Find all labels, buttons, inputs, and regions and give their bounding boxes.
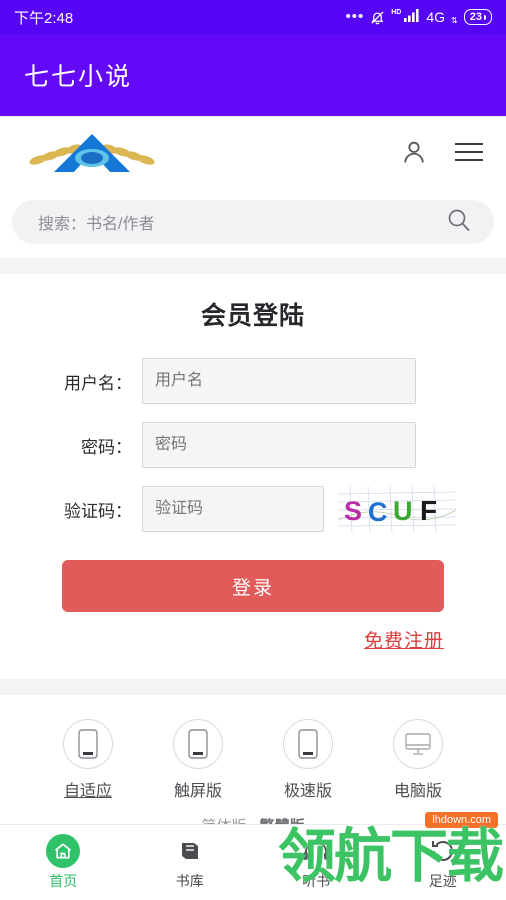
- section-divider-bottom: [0, 679, 506, 695]
- version-label: 极速版: [283, 783, 332, 800]
- svg-text:C: C: [368, 497, 388, 527]
- register-link[interactable]: 免费注册: [364, 631, 444, 652]
- bottom-navigation: 首页 书库 听书 足迹: [0, 824, 506, 900]
- headphones-icon: [253, 834, 380, 868]
- version-option-touch[interactable]: 触屏版: [160, 719, 236, 801]
- hamburger-menu-icon[interactable]: [454, 141, 484, 168]
- home-icon: [0, 834, 127, 868]
- footer-section: 自适应 触屏版 极速版 电脑版: [0, 695, 506, 842]
- captcha-label: 验证码：: [64, 501, 132, 521]
- person-icon[interactable]: [400, 138, 428, 171]
- search-bar[interactable]: 搜索：书名/作者: [12, 200, 494, 244]
- password-row: 密码：: [0, 422, 506, 468]
- data-transfer-icon: ⇅: [451, 15, 458, 25]
- version-label: 电脑版: [393, 783, 442, 800]
- version-label: 自适应: [63, 783, 112, 800]
- svg-text:F: F: [420, 495, 437, 526]
- nav-label: 首页: [49, 873, 78, 889]
- version-option-desktop[interactable]: 电脑版: [380, 719, 456, 801]
- bell-muted-icon: [370, 10, 385, 25]
- login-section: 会员登陆 用户名： 密码： 验证码：: [0, 274, 506, 679]
- captcha-image[interactable]: S C U F: [338, 486, 456, 532]
- battery-indicator: 23: [463, 9, 492, 25]
- submit-row: 登录: [0, 550, 506, 612]
- phone-icon: [283, 719, 333, 769]
- password-input[interactable]: [142, 422, 416, 468]
- site-header: [0, 116, 506, 192]
- header-actions: [400, 138, 484, 171]
- captcha-row: 验证码： S C: [0, 486, 506, 532]
- search-section: 搜索：书名/作者: [0, 192, 506, 258]
- username-label: 用户名：: [64, 373, 132, 393]
- app-title-bar: 七七小说: [0, 34, 506, 116]
- username-row: 用户名：: [0, 358, 506, 404]
- phone-icon: [63, 719, 113, 769]
- status-bar: 下午2:48 ••• HD 4G ⇅ 23: [0, 0, 506, 34]
- username-input[interactable]: [142, 358, 416, 404]
- status-icons: ••• HD 4G ⇅ 23: [345, 8, 492, 26]
- search-input[interactable]: 搜索：书名/作者: [38, 210, 154, 234]
- app-title: 七七小说: [24, 63, 133, 91]
- desktop-icon: [393, 719, 443, 769]
- site-logo[interactable]: [22, 130, 162, 180]
- captcha-input[interactable]: [142, 486, 324, 532]
- network-label: 4G: [426, 9, 446, 25]
- nav-label: 书库: [175, 873, 204, 889]
- phone-icon: [173, 719, 223, 769]
- version-label: 触屏版: [173, 783, 222, 800]
- signal-bars-icon: [404, 8, 420, 26]
- nav-item-home[interactable]: 首页: [0, 834, 127, 891]
- phone-screen: 下午2:48 ••• HD 4G ⇅ 23 七七小说 搜索：书名/作者 会员登陆…: [0, 0, 506, 900]
- status-time: 下午2:48: [14, 9, 74, 27]
- nav-label: 听书: [302, 873, 331, 889]
- password-label: 密码：: [81, 437, 132, 457]
- search-icon[interactable]: [446, 207, 472, 238]
- nav-item-library[interactable]: 书库: [127, 834, 254, 891]
- hd-label: HD: [391, 8, 402, 16]
- nav-label: 足迹: [428, 873, 457, 889]
- version-option-adaptive[interactable]: 自适应: [50, 719, 126, 801]
- version-switcher: 自适应 触屏版 极速版 电脑版: [0, 719, 506, 801]
- book-icon: [127, 834, 254, 868]
- nav-item-listen[interactable]: 听书: [253, 834, 380, 891]
- page-title: 会员登陆: [200, 302, 305, 330]
- svg-text:S: S: [344, 496, 362, 526]
- version-option-speed[interactable]: 极速版: [270, 719, 346, 801]
- section-divider-top: [0, 258, 506, 274]
- svg-text:U: U: [393, 496, 413, 526]
- nav-item-history[interactable]: 足迹: [380, 834, 506, 891]
- register-row: 免费注册: [0, 612, 506, 653]
- login-button[interactable]: 登录: [62, 560, 444, 612]
- history-icon: [380, 834, 506, 868]
- more-dots-icon: •••: [345, 8, 365, 25]
